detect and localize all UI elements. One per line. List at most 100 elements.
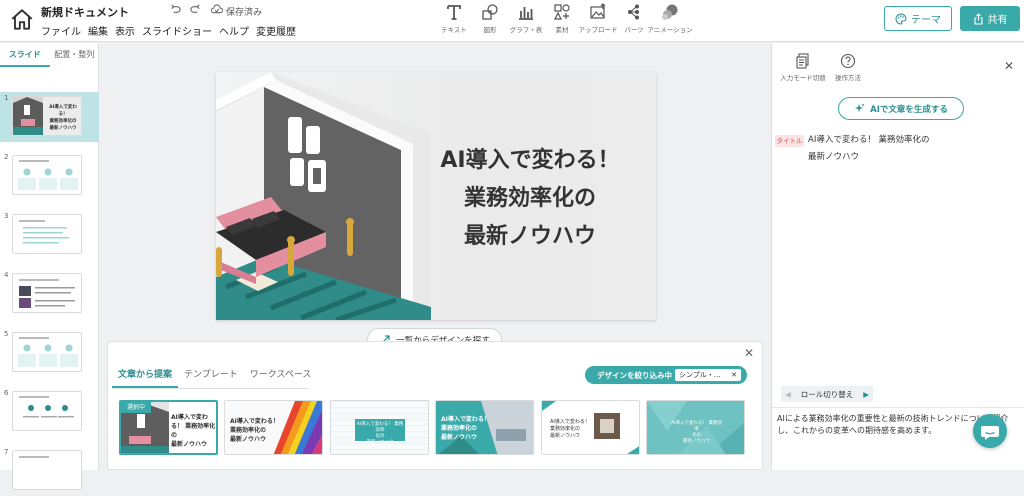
text-input-panel: 入力モード切替 操作方法 ✕ AIで文章を生成する タイトル AI導入で変わる！… — [771, 43, 1024, 470]
slide-number: 6 — [4, 389, 9, 397]
left-tabs: スライド 配置・整列 — [0, 43, 99, 67]
document-title[interactable]: 新規ドキュメント — [41, 4, 129, 20]
document-icon — [796, 53, 809, 69]
close-icon[interactable]: ✕ — [1004, 59, 1014, 73]
redo-icon[interactable] — [190, 4, 201, 18]
undo-icon[interactable] — [170, 4, 181, 18]
menu-file[interactable]: ファイル — [41, 23, 81, 38]
history-controls: 保存済み — [170, 4, 262, 18]
slide-thumb-3[interactable]: 3 — [0, 210, 99, 260]
tool-material[interactable]: 素材 — [545, 3, 579, 34]
outline-text[interactable]: AI導入で変わる！ 業務効率化の 最新ノウハウ — [808, 132, 930, 166]
slide-number: 5 — [4, 330, 9, 338]
thumb-title: AI導入で変わる！ 業務効率化の 最新ノウハウ — [49, 105, 77, 131]
role-switch-control[interactable]: ◀ ロール切り替え ▶ — [781, 386, 873, 402]
menu-bar: ファイル 編集 表示 スライドショー ヘルプ 変更履歴 — [41, 23, 296, 38]
slide-number: 3 — [4, 212, 9, 220]
tab-slides[interactable]: スライド — [0, 43, 50, 67]
slide-thumb-image: AI導入で変わる！ 業務効率化の 最新ノウハウ — [12, 96, 82, 136]
material-icon — [554, 4, 570, 20]
card-title: AI導入で変わ る！ 業務効率化 の 最新ノウハウ — [171, 414, 216, 448]
design-card-4[interactable]: AI導入で変わる！ 業務効率化の 最新ノウハウ — [435, 400, 534, 455]
card-title: AI導入で変わる！ 業務効率化の 最新ノウハウ — [441, 416, 490, 441]
slide-canvas[interactable]: AI導入で変わる！ 業務効率化の 最新ノウハウ — [216, 72, 656, 320]
slide-number: 7 — [4, 448, 9, 456]
slide-number: 4 — [4, 271, 9, 279]
slide-thumb-2[interactable]: 2 — [0, 151, 99, 201]
design-suggestion-panel: ✕ 文章から提案 テンプレート ワークスペース デザインを絞り込み中 シンプル・… — [107, 341, 763, 470]
save-status: 保存済み — [226, 7, 263, 18]
sparkle-icon — [855, 103, 865, 112]
slide-thumb-4[interactable]: 4 — [0, 269, 99, 319]
design-tabs: 文章から提案 テンプレート ワークスペース — [112, 364, 311, 389]
card-title: AI導入で変わる！ 業務効率 化の 最新ノウハウ — [356, 422, 404, 445]
slide-thumb-1[interactable]: 1 AI導入で変わる！ 業務効率化の 最新ノウハウ — [0, 92, 99, 142]
slide-thumb-image — [12, 450, 82, 490]
tool-animation[interactable]: アニメーション — [647, 3, 693, 34]
role-badge: タイトル — [775, 135, 804, 147]
share-icon — [973, 12, 983, 25]
close-icon[interactable]: ✕ — [744, 346, 754, 360]
cloud-saved-icon — [210, 4, 223, 18]
slide-thumb-image — [12, 155, 82, 195]
chevron-left-icon[interactable]: ◀ — [785, 390, 791, 399]
share-button[interactable]: 共有 — [960, 6, 1020, 31]
tool-upload[interactable]: アップロード — [579, 3, 618, 34]
chip-close-icon[interactable]: ✕ — [731, 369, 737, 381]
body-divider — [772, 407, 1024, 408]
menu-view[interactable]: 表示 — [115, 23, 135, 38]
insert-toolbar: テキスト 図形 グラフ・表 素材 アップロード パーツ アニメーション — [437, 3, 693, 34]
slide-title[interactable]: AI導入で変わる！ 業務効率化の 最新ノウハウ — [430, 142, 630, 256]
tab-arrange[interactable]: 配置・整列 — [50, 43, 100, 67]
design-card-5[interactable]: AI導入で変わる！ 業務効率化の 最新ノウハウ — [541, 400, 640, 455]
editor-canvas: AI導入で変わる！ 業務効率化の 最新ノウハウ 一覧からデザインを探す ✕ 文章… — [100, 43, 770, 470]
tool-text[interactable]: テキスト — [437, 3, 471, 34]
parts-icon — [628, 4, 639, 20]
menu-slideshow[interactable]: スライドショー — [142, 23, 212, 38]
slide-thumb-image — [12, 273, 82, 313]
slide-number: 2 — [4, 153, 9, 161]
upload-icon — [590, 3, 606, 19]
slide-number: 1 — [4, 94, 9, 102]
menu-help[interactable]: ヘルプ — [219, 23, 249, 38]
menu-history[interactable]: 変更履歴 — [256, 23, 296, 38]
ai-generate-button[interactable]: AIで文章を生成する — [838, 97, 964, 120]
slide-thumb-7[interactable]: 7 — [0, 446, 99, 496]
chat-support-button[interactable] — [973, 414, 1007, 448]
design-filter-toggle[interactable]: デザインを絞り込み中 シンプル・… ✕ — [585, 366, 747, 384]
text-icon — [447, 5, 461, 20]
tool-parts[interactable]: パーツ — [617, 3, 651, 34]
card-title: AI導入で変わる！ 業務効率化の 最新ノウハウ — [230, 418, 279, 443]
design-card-6[interactable]: AI導入で変わる！ 業務効率 化の 最新ノウハウ — [646, 400, 745, 455]
isometric-bedroom-image[interactable] — [216, 72, 431, 320]
slide-thumb-5[interactable]: 5 — [0, 328, 99, 378]
chart-icon — [519, 7, 533, 20]
chat-icon — [981, 426, 999, 440]
design-card-2[interactable]: AI導入で変わる！ 業務効率化の 最新ノウハウ — [224, 400, 323, 455]
theme-button[interactable]: テーマ — [884, 6, 952, 31]
tab-workspace[interactable]: ワークスペース — [244, 364, 318, 388]
card-title: AI導入で変わる！ 業務効率化の 最新ノウハウ — [550, 419, 590, 439]
slide-thumb-image — [12, 214, 82, 254]
question-icon — [840, 53, 856, 69]
tool-chart[interactable]: グラフ・表 — [509, 3, 543, 34]
slide-thumb-6[interactable]: 6 — [0, 387, 99, 437]
header-bar: 新規ドキュメント ファイル 編集 表示 スライドショー ヘルプ 変更履歴 保存済… — [0, 0, 1024, 42]
slide-thumb-image — [12, 332, 82, 372]
slide-thumb-image — [12, 391, 82, 431]
selected-badge: 選択中 — [121, 402, 151, 413]
filter-chip[interactable]: シンプル・… ✕ — [675, 369, 741, 381]
tab-suggest-from-text[interactable]: 文章から提案 — [112, 364, 179, 388]
design-card-1[interactable]: 選択中 AI導入で変わ る！ 業務効率化 の 最新ノウハウ — [119, 400, 218, 455]
home-icon[interactable] — [9, 7, 35, 33]
chevron-right-icon[interactable]: ▶ — [863, 390, 869, 399]
slide-list-panel: スライド 配置・整列 1 AI導入で変わる！ 業務効率化の 最新ノウハウ 2 3… — [0, 43, 99, 490]
card-title: AI導入で変わる！ 業務効率 化の 最新ノウハウ — [671, 421, 722, 444]
app-window: 新規ドキュメント ファイル 編集 表示 スライドショー ヘルプ 変更履歴 保存済… — [0, 0, 1024, 490]
tab-templates[interactable]: テンプレート — [178, 364, 244, 388]
menu-edit[interactable]: 編集 — [88, 23, 108, 38]
help-button[interactable]: 操作方法 — [822, 53, 874, 82]
palette-icon — [895, 12, 907, 25]
design-card-3[interactable]: AI導入で変わる！ 業務効率 化の 最新ノウハウ — [330, 400, 429, 455]
tool-shape[interactable]: 図形 — [473, 3, 507, 34]
